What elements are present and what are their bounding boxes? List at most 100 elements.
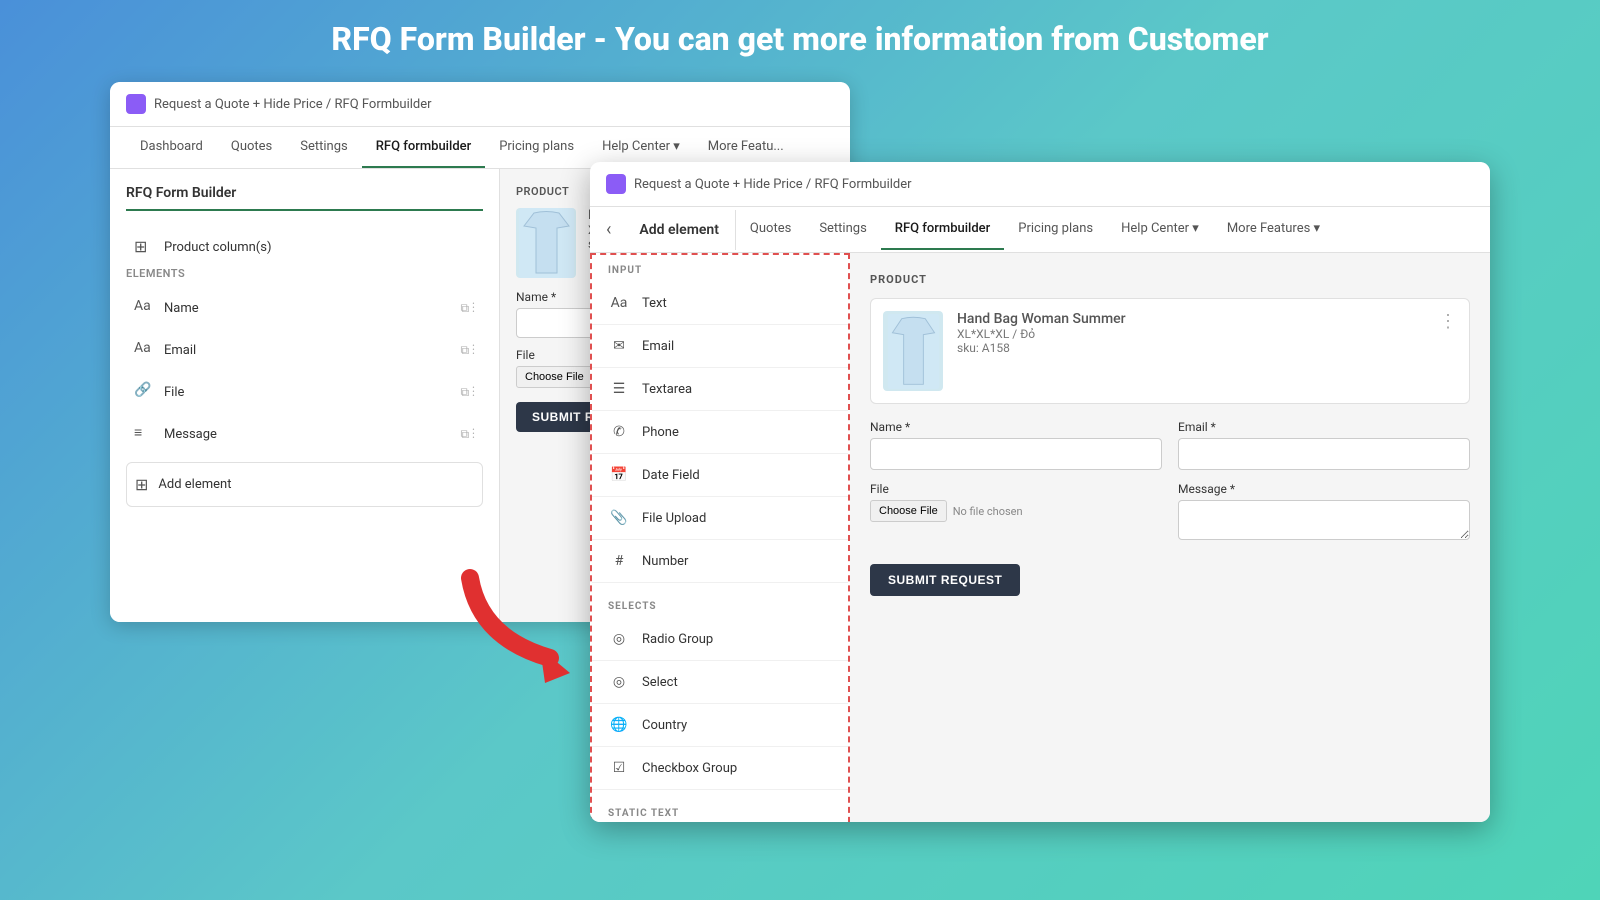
fg-tab-quotes[interactable]: Quotes xyxy=(736,209,805,250)
fg-email-label: Email * xyxy=(1178,420,1470,434)
fg-message-input[interactable] xyxy=(1178,500,1470,540)
grid-icon: ⊞ xyxy=(134,237,154,257)
fg-product-image xyxy=(883,311,943,391)
panel-item-number[interactable]: # Number xyxy=(592,540,848,583)
panel-item-radio[interactable]: ◎ Radio Group xyxy=(592,618,848,661)
name-col: Name * xyxy=(870,420,1162,470)
file-col: File Choose File No file chosen xyxy=(870,482,1162,544)
fg-product-more[interactable]: ⋮ xyxy=(1439,311,1457,332)
date-label: Date Field xyxy=(642,468,700,483)
bg-choose-file-button[interactable]: Choose File xyxy=(516,366,593,388)
app-icon xyxy=(126,94,146,114)
red-arrow xyxy=(450,558,610,698)
file-upload-label: File Upload xyxy=(642,511,706,526)
panel-item-phone[interactable]: ✆ Phone xyxy=(592,411,848,454)
name-email-row: Name * Email * xyxy=(870,420,1470,470)
form-preview: PRODUCT Hand Bag Woman Summer XL*XL*XL /… xyxy=(850,253,1490,822)
fg-tab-rfq-formbuilder[interactable]: RFQ formbuilder xyxy=(881,209,1004,250)
sidebar-item-email[interactable]: Aa Email ⧉ ⋮ xyxy=(126,330,483,370)
fg-product-card: Hand Bag Woman Summer XL*XL*XL / Đỏ sku:… xyxy=(870,298,1470,404)
panel-item-file-upload[interactable]: 📎 File Upload xyxy=(592,497,848,540)
email-icon: Aa xyxy=(134,340,154,360)
radio-label: Radio Group xyxy=(642,632,713,647)
fg-titlebar: Request a Quote + Hide Price / RFQ Formb… xyxy=(590,162,1490,207)
email-label: Email xyxy=(164,343,460,358)
nav-quotes[interactable]: Quotes xyxy=(217,127,286,168)
elements-section-label: ELEMENTS xyxy=(126,267,483,280)
panel-item-checkbox[interactable]: ☑ Checkbox Group xyxy=(592,747,848,790)
country-label: Country xyxy=(642,718,687,733)
arrow-container xyxy=(450,558,610,702)
fg-product-sku: sku: A158 xyxy=(957,341,1439,355)
nav-pricing-plans[interactable]: Pricing plans xyxy=(485,127,588,168)
bg-sidebar-title: RFQ Form Builder xyxy=(126,185,483,211)
fg-choose-file-button[interactable]: Choose File xyxy=(870,500,947,522)
name-label: Name xyxy=(164,301,460,316)
number-icon: # xyxy=(608,550,630,572)
nav-dashboard[interactable]: Dashboard xyxy=(126,127,217,168)
message-label: Message xyxy=(164,427,460,442)
file-icon: 🔗 xyxy=(134,382,154,402)
fg-content: INPUT Aa Text ✉ Email ☰ Textarea ✆ Phone xyxy=(590,253,1490,822)
foreground-window: Request a Quote + Hide Price / RFQ Formb… xyxy=(590,162,1490,822)
email-actions: ⧉ ⋮ xyxy=(460,343,475,358)
panel-item-select[interactable]: ◎ Select xyxy=(592,661,848,704)
fg-tab-help-center[interactable]: Help Center ▾ xyxy=(1107,209,1213,250)
fg-panel-title: Add element xyxy=(623,210,736,250)
name-actions: ⧉ ⋮ xyxy=(460,301,475,316)
fg-name-input[interactable] xyxy=(870,438,1162,470)
add-element-panel: INPUT Aa Text ✉ Email ☰ Textarea ✆ Phone xyxy=(590,253,850,822)
country-icon: 🌐 xyxy=(608,714,630,736)
phone-icon: ✆ xyxy=(608,421,630,443)
sidebar-item-file[interactable]: 🔗 File ⧉ ⋮ xyxy=(126,372,483,412)
sidebar-item-name[interactable]: Aa Name ⧉ ⋮ xyxy=(126,288,483,328)
fg-tab-settings[interactable]: Settings xyxy=(805,209,880,250)
product-columns-item[interactable]: ⊞ Product column(s) xyxy=(126,227,483,267)
fg-email-input[interactable] xyxy=(1178,438,1470,470)
fg-tab-pricing-plans[interactable]: Pricing plans xyxy=(1004,209,1107,250)
fg-back-button[interactable]: ‹ xyxy=(606,207,623,252)
number-label: Number xyxy=(642,554,688,569)
text-icon: Aa xyxy=(134,298,154,318)
panel-item-email[interactable]: ✉ Email xyxy=(592,325,848,368)
fg-breadcrumb: Request a Quote + Hide Price / RFQ Formb… xyxy=(634,177,912,192)
fg-file-input: Choose File No file chosen xyxy=(870,500,1162,522)
add-icon: ⊞ xyxy=(135,475,148,494)
select-label: Select xyxy=(642,675,678,690)
sidebar-item-message[interactable]: ≡ Message ⧉ ⋮ xyxy=(126,414,483,454)
fg-no-file-text: No file chosen xyxy=(953,505,1023,518)
shirt-svg-fg xyxy=(886,314,941,389)
bg-product-image xyxy=(516,208,576,278)
textarea-label: Textarea xyxy=(642,382,692,397)
fg-nav-tabs: Quotes Settings RFQ formbuilder Pricing … xyxy=(736,209,1474,250)
panel-item-country[interactable]: 🌐 Country xyxy=(592,704,848,747)
message-actions: ⧉ ⋮ xyxy=(460,427,475,442)
panel-item-textarea[interactable]: ☰ Textarea xyxy=(592,368,848,411)
file-upload-icon: 📎 xyxy=(608,507,630,529)
add-element-button[interactable]: ⊞ Add element xyxy=(126,462,483,507)
selects-section-label: SELECTS xyxy=(592,591,848,618)
fg-name-label: Name * xyxy=(870,420,1162,434)
textarea-icon: ☰ xyxy=(608,378,630,400)
fg-message-label: Message * xyxy=(1178,482,1470,496)
fg-product-label: PRODUCT xyxy=(870,273,1470,286)
email-col: Email * xyxy=(1178,420,1470,470)
product-col-label: Product column(s) xyxy=(164,240,475,255)
page-title: RFQ Form Builder - You can get more info… xyxy=(331,20,1268,58)
nav-settings[interactable]: Settings xyxy=(286,127,361,168)
fg-tab-more-features[interactable]: More Features ▾ xyxy=(1213,209,1334,250)
bg-breadcrumb: Request a Quote + Hide Price / RFQ Formb… xyxy=(154,97,432,112)
nav-rfq-formbuilder[interactable]: RFQ formbuilder xyxy=(362,127,485,168)
phone-label: Phone xyxy=(642,425,679,440)
panel-item-date[interactable]: 📅 Date Field xyxy=(592,454,848,497)
fg-product-name: Hand Bag Woman Summer xyxy=(957,311,1439,327)
checkbox-label: Checkbox Group xyxy=(642,761,737,776)
fg-app-icon xyxy=(606,174,626,194)
bg-sidebar: RFQ Form Builder ⊞ Product column(s) ELE… xyxy=(110,169,500,622)
fg-file-label: File xyxy=(870,482,1162,496)
panel-item-text[interactable]: Aa Text xyxy=(592,282,848,325)
fg-submit-button[interactable]: SUBMIT REQUEST xyxy=(870,564,1020,596)
input-section-label: INPUT xyxy=(592,255,848,282)
select-icon: ◎ xyxy=(608,671,630,693)
shirt-svg-bg xyxy=(519,208,574,278)
